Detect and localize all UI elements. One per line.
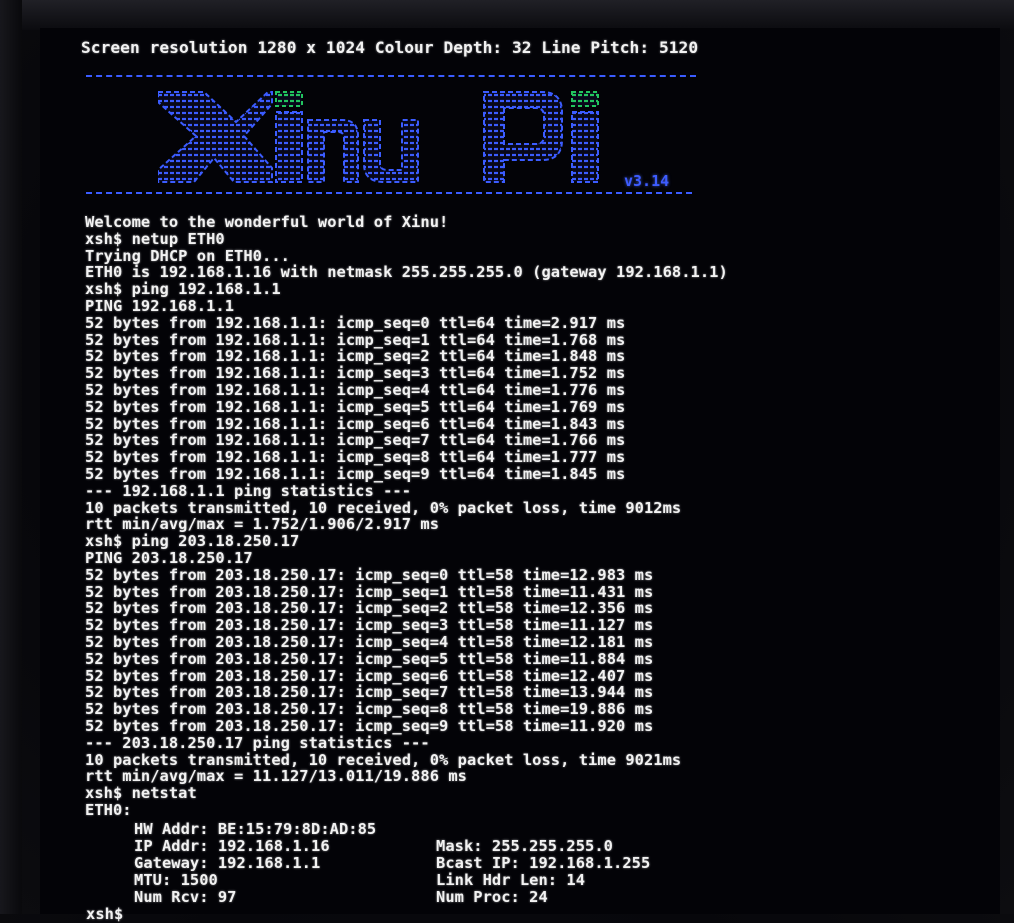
console-screen[interactable]: Screen resolution 1280 x 1024 Colour Dep…	[40, 28, 1000, 923]
bottom-divider	[86, 192, 692, 194]
version-label: v3.14	[624, 172, 670, 190]
console-line: 52 bytes from 192.168.1.1: icmp_seq=3 tt…	[85, 364, 626, 383]
console-line: xsh$ netup ETH0	[85, 229, 225, 248]
console-line: 52 bytes from 192.168.1.1: icmp_seq=9 tt…	[85, 465, 626, 483]
netstat-num-proc: Num Proc: 24	[436, 888, 548, 906]
console-line: 52 bytes from 192.168.1.1: icmp_seq=8 tt…	[85, 448, 626, 467]
xinu-pi-logo	[158, 91, 599, 183]
netstat-ip-addr: IP Addr: 192.168.1.16	[134, 837, 330, 855]
shell-prompt[interactable]: xsh$	[86, 906, 133, 923]
console-line: 52 bytes from 192.168.1.1: icmp_seq=4 tt…	[85, 381, 626, 399]
screen-resolution-header: Screen resolution 1280 x 1024 Colour Dep…	[81, 38, 699, 57]
netstat-num-rcv: Num Rcv: 97	[134, 888, 237, 906]
console-line: 52 bytes from 203.18.250.17: icmp_seq=8 …	[85, 700, 654, 719]
console-line: 52 bytes from 203.18.250.17: icmp_seq=0 …	[85, 565, 654, 584]
top-divider	[86, 75, 696, 77]
netstat-hw-addr: HW Addr: BE:15:79:8D:AD:85	[134, 820, 377, 838]
console-line: 52 bytes from 203.18.250.17: icmp_seq=2 …	[85, 599, 654, 618]
console-line: 52 bytes from 192.168.1.1: icmp_seq=2 tt…	[85, 347, 626, 366]
console-line: 52 bytes from 192.168.1.1: icmp_seq=7 tt…	[85, 431, 626, 450]
console-line: xsh$ ping 203.18.250.17	[85, 532, 300, 551]
console-line: Welcome to the wonderful world of Xinu!	[85, 213, 449, 231]
netstat-mtu: MTU: 1500	[134, 871, 218, 889]
console-line: ETH0:	[85, 801, 132, 819]
monitor-bezel-top	[0, 0, 1014, 30]
console-line: 52 bytes from 203.18.250.17: icmp_seq=4 …	[85, 633, 654, 651]
console-line: 52 bytes from 203.18.250.17: icmp_seq=3 …	[85, 616, 654, 635]
console-line: --- 203.18.250.17 ping statistics ---	[85, 733, 430, 752]
console-line: 52 bytes from 203.18.250.17: icmp_seq=7 …	[85, 683, 654, 702]
monitor-bezel-left	[0, 0, 22, 914]
console-line: ETH0 is 192.168.1.16 with netmask 255.25…	[85, 263, 728, 282]
netstat-bcast-ip: Bcast IP: 192.168.1.255	[436, 854, 651, 872]
console-line: PING 203.18.250.17	[85, 549, 253, 567]
console-line: 52 bytes from 203.18.250.17: icmp_seq=9 …	[85, 717, 654, 735]
netstat-gateway: Gateway: 192.168.1.1	[134, 854, 321, 872]
console-line: rtt min/avg/max = 1.752/1.906/2.917 ms	[85, 515, 440, 534]
console-line: --- 192.168.1.1 ping statistics ---	[85, 481, 412, 500]
console-line: xsh$ ping 192.168.1.1	[85, 280, 281, 299]
console-line: 52 bytes from 192.168.1.1: icmp_seq=0 tt…	[85, 313, 626, 332]
netstat-link-hdr-len: Link Hdr Len: 14	[436, 871, 586, 889]
console-line: xsh$ netstat	[85, 784, 197, 803]
console-line: 52 bytes from 203.18.250.17: icmp_seq=5 …	[85, 649, 654, 668]
netstat-mask: Mask: 255.255.255.0	[436, 837, 614, 855]
console-line: 52 bytes from 192.168.1.1: icmp_seq=5 tt…	[85, 397, 626, 416]
console-line: PING 192.168.1.1	[85, 297, 235, 315]
console-line: rtt min/avg/max = 11.127/13.011/19.886 m…	[85, 767, 467, 786]
